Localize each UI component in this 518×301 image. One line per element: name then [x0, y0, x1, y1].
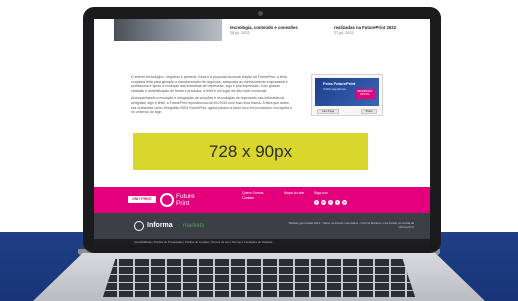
futureprint-logo[interactable]: Future Print	[160, 192, 212, 209]
widget-cover-image: Feira FuturePrint 3.000 seguidores IMPRE…	[315, 78, 379, 106]
widget-followers: 3.000 seguidores	[323, 87, 347, 91]
keyboard-rows	[103, 259, 415, 297]
logo-text: Print	[176, 200, 190, 207]
widget-chip: IMPRESSÃO DIGITAL	[355, 89, 375, 99]
footer-social-title: Siga-nos	[314, 191, 328, 195]
twitter-icon[interactable]: t	[328, 200, 333, 205]
linkedin-icon[interactable]: in	[321, 200, 326, 205]
unit-badge: UNIT PRINT	[128, 196, 156, 203]
article-thumbnail[interactable]	[114, 19, 222, 41]
logo-text: Future	[176, 193, 195, 200]
footer-link-contato[interactable]: Contato	[242, 196, 263, 201]
futureprint-ring-icon	[160, 193, 174, 207]
site-footer: UNIT PRINT Future Print Quem Somos Conta…	[94, 187, 430, 213]
ad-size-label: 728 x 90px	[208, 141, 293, 161]
share-button[interactable]: Share	[361, 109, 377, 114]
informa-sub: markets	[183, 223, 205, 229]
informa-name: Informa	[147, 222, 173, 229]
article-title[interactable]: realizadas na FuturePrint 2022	[334, 25, 396, 30]
informa-ring-icon	[134, 221, 144, 231]
copyright-text: Website gerenciado 2021 - Todos os direi…	[288, 221, 414, 229]
about-paragraph: Acompanhando a evolução e integração de …	[131, 96, 293, 115]
webcam-icon	[258, 11, 263, 16]
social-icons: f in t y ig	[314, 200, 347, 205]
like-page-button[interactable]: Like Page	[317, 109, 339, 114]
instagram-icon[interactable]: ig	[342, 200, 347, 205]
widget-brand: Feira FuturePrint	[323, 81, 356, 86]
laptop-bezel: tecnologia, conteúdo e conexões 28 jul, …	[83, 7, 441, 253]
article-date: 28 jul, 2022	[230, 31, 250, 35]
about-text: O evento tecnológico, negócios e parceri…	[131, 75, 293, 118]
footer-link-sitemap[interactable]: Mapa do site	[284, 191, 304, 196]
footer-links: Mapa do site	[284, 191, 304, 196]
article-title[interactable]: tecnologia, conteúdo e conexões	[230, 25, 298, 30]
article-date: 27 jul, 2022	[334, 31, 354, 35]
youtube-icon[interactable]: y	[335, 200, 340, 205]
facebook-icon[interactable]: f	[314, 200, 319, 205]
about-paragraph: O evento tecnológico, negócios e parceri…	[131, 75, 288, 93]
legal-links[interactable]: Acessibilidade | Política de Privacidade…	[94, 239, 430, 245]
related-articles: tecnologia, conteúdo e conexões 28 jul, …	[94, 19, 430, 49]
ad-banner[interactable]: 728 x 90px	[133, 133, 368, 170]
facebook-widget[interactable]: Feira FuturePrint 3.000 seguidores IMPRE…	[311, 74, 383, 116]
informa-footer: Informa markets Website gerenciado 2021 …	[94, 213, 430, 239]
footer-links: Quem Somos Contato	[242, 191, 263, 201]
laptop-screen: tecnologia, conteúdo e conexões 28 jul, …	[94, 19, 430, 245]
